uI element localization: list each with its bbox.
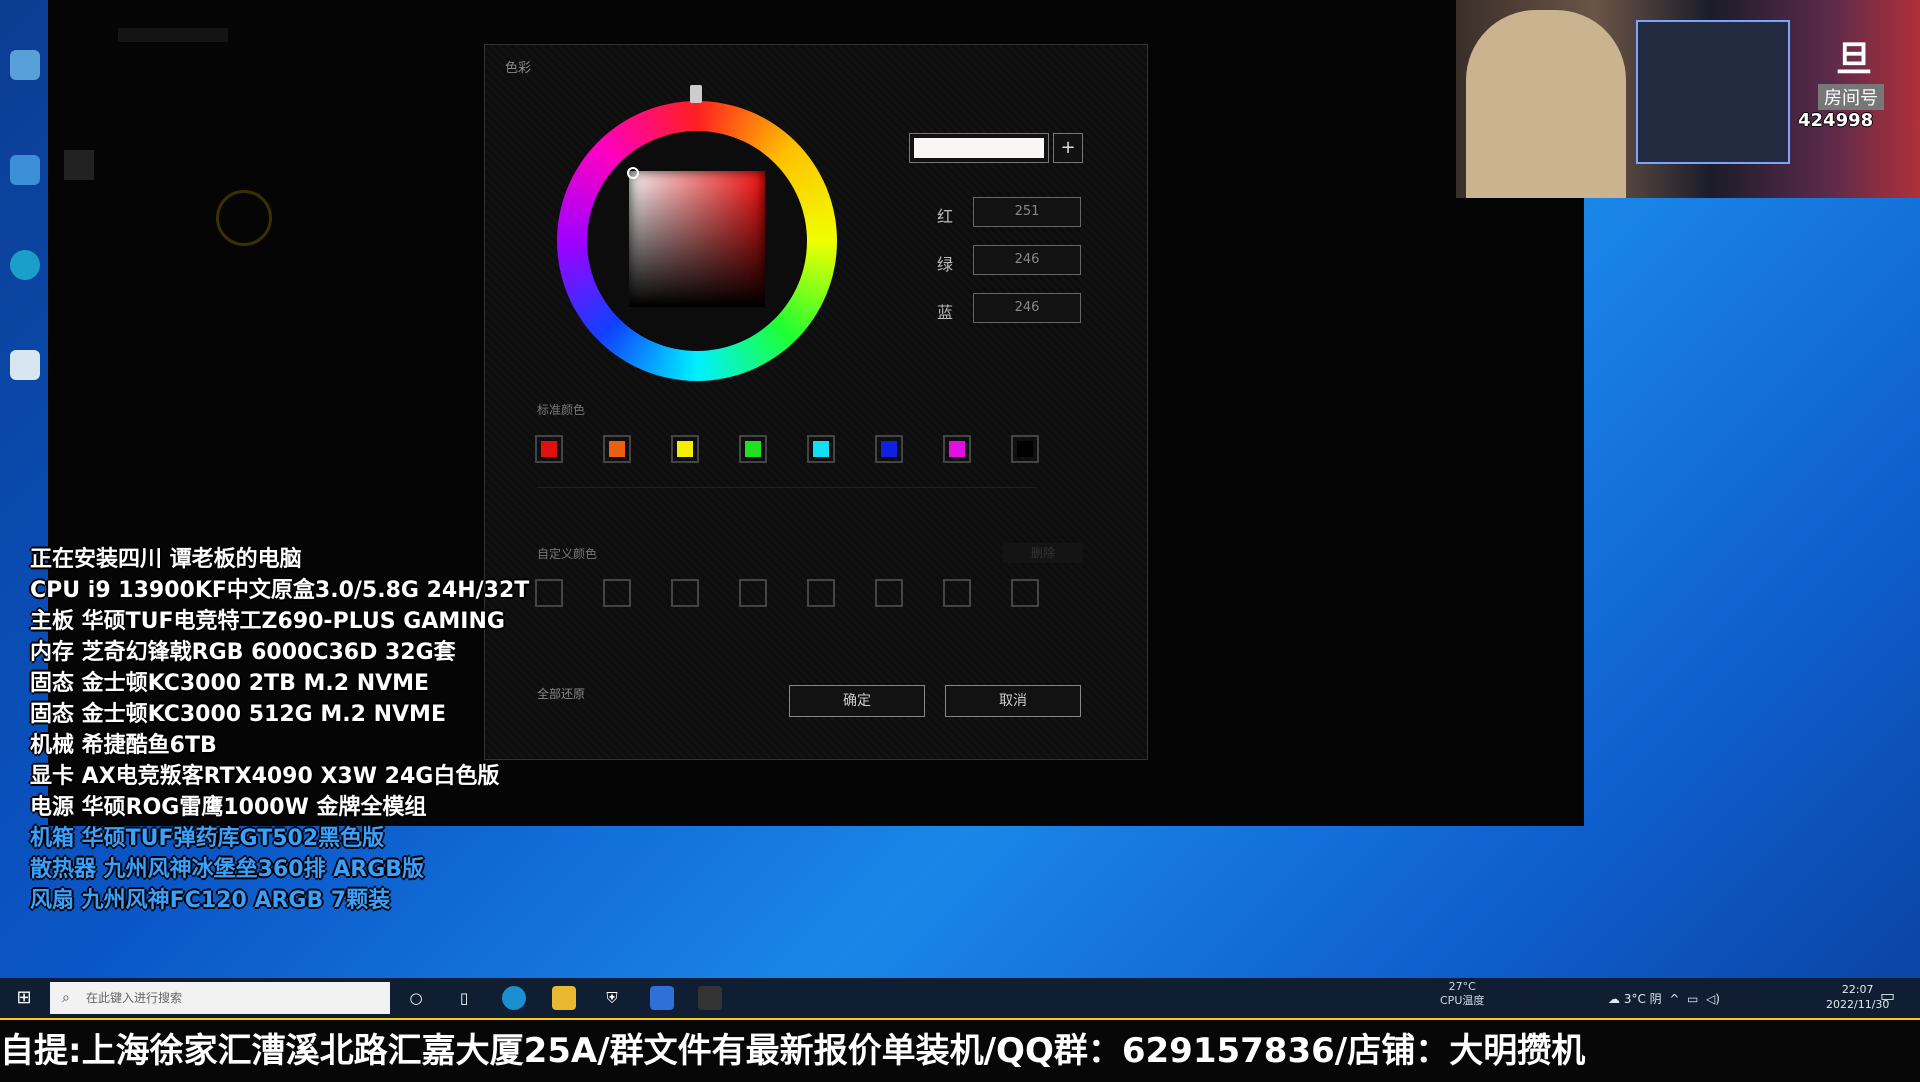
weather-text: 3°C 阴: [1623, 992, 1662, 1006]
blue-input[interactable]: 246: [973, 293, 1081, 323]
cancel-button[interactable]: 取消: [945, 685, 1081, 717]
pc-case-figure: [1636, 20, 1790, 164]
spec-line: 显卡 AX电竞叛客RTX4090 X3W 24G白色版: [30, 764, 500, 789]
add-color-button[interactable]: +: [1053, 133, 1083, 163]
spec-line: 固态 金士顿KC3000 512G M.2 NVME: [30, 702, 446, 727]
standard-color-swatch[interactable]: [535, 435, 563, 463]
standard-color-swatch[interactable]: [671, 435, 699, 463]
edge-icon[interactable]: [502, 986, 526, 1010]
custom-color-swatch[interactable]: [807, 579, 835, 607]
swatch-fill: [1017, 441, 1033, 457]
custom-color-swatch[interactable]: [671, 579, 699, 607]
color-preview: [909, 133, 1049, 163]
rgb-app-icon[interactable]: [698, 986, 722, 1010]
desktop-icons: [0, 0, 48, 430]
cpu-temp-value: 27°C: [1448, 980, 1476, 993]
standard-color-swatch[interactable]: [739, 435, 767, 463]
standard-colors-label: 标准颜色: [537, 403, 586, 417]
red-label: 红: [937, 207, 954, 226]
edge-icon[interactable]: [10, 250, 40, 280]
custom-color-swatch[interactable]: [1011, 579, 1039, 607]
room-label: 房间号: [1818, 84, 1884, 110]
green-label: 绿: [937, 255, 954, 274]
cpu-temperature: 27°C CPU温度: [1440, 980, 1484, 1008]
swatch-fill: [813, 441, 829, 457]
red-input[interactable]: 251: [973, 197, 1081, 227]
ok-button[interactable]: 确定: [789, 685, 925, 717]
saturation-value-square[interactable]: [629, 171, 765, 307]
cloud-icon: ☁: [1608, 992, 1620, 1006]
standard-color-swatch[interactable]: [807, 435, 835, 463]
color-preview-swatch: [914, 138, 1044, 158]
volume-icon[interactable]: ◁): [1702, 992, 1720, 1006]
info-banner: 自提:上海徐家汇漕溪北路汇嘉大厦25A/群文件有最新报价单装机/QQ群：6291…: [0, 1018, 1920, 1082]
custom-colors-label: 自定义颜色: [537, 547, 598, 561]
swatch-fill: [609, 441, 625, 457]
dialog-title: 色彩: [505, 61, 532, 76]
app-icon[interactable]: [650, 986, 674, 1010]
task-view-icon[interactable]: ▯: [452, 986, 476, 1010]
swatch-fill: [949, 441, 965, 457]
custom-color-swatch[interactable]: [535, 579, 563, 607]
color-selector-handle[interactable]: [627, 167, 639, 179]
security-icon[interactable]: ⛨: [600, 986, 624, 1010]
blue-label: 蓝: [937, 303, 954, 322]
swatch-fill: [881, 441, 897, 457]
spec-line: 正在安装四川 谭老板的电脑: [30, 547, 302, 572]
app-ghost-sidebar: [64, 150, 94, 180]
recycle-bin-icon[interactable]: [10, 50, 40, 80]
standard-color-swatch[interactable]: [603, 435, 631, 463]
webcam-overlay: 旦 房间号 424998: [1456, 0, 1920, 198]
color-picker-dialog: 色彩 + 红 251 绿 246 蓝 246 标准颜色 自定义颜色 删除 全部还…: [484, 44, 1148, 760]
standard-color-swatch[interactable]: [943, 435, 971, 463]
swatch-fill: [677, 441, 693, 457]
streamer-figure: [1466, 10, 1626, 198]
delete-button[interactable]: 删除: [1003, 543, 1083, 563]
app-ghost-title: [118, 28, 228, 42]
swatch-fill: [541, 441, 557, 457]
channel-logo: 旦: [1836, 39, 1873, 80]
green-input[interactable]: 246: [973, 245, 1081, 275]
system-tray[interactable]: ☁ 3°C 阴 ^ ▭ ◁): [1608, 990, 1720, 1007]
spec-line: 内存 芝奇幻锋戟RGB 6000C36D 32G套: [30, 640, 456, 665]
custom-color-swatch[interactable]: [739, 579, 767, 607]
custom-color-swatch[interactable]: [875, 579, 903, 607]
search-placeholder: 在此键入进行搜索: [86, 991, 183, 1005]
spec-line: 机械 希捷酷鱼6TB: [30, 733, 217, 758]
standard-color-swatch[interactable]: [1011, 435, 1039, 463]
chevron-up-icon[interactable]: ^: [1666, 992, 1679, 1006]
build-spec-overlay: 正在安装四川 谭老板的电脑 CPU i9 13900KF中文原盒3.0/5.8G…: [30, 544, 529, 916]
taskbar: ⊞ ⌕ 在此键入进行搜索 ○ ▯ ⛨ 27°C CPU温度 ☁ 3°C 阴 ^ …: [0, 978, 1920, 1018]
cpu-temp-label: CPU温度: [1440, 994, 1485, 1007]
spec-line: 固态 金士顿KC3000 2TB M.2 NVME: [30, 671, 430, 696]
spec-line: CPU i9 13900KF中文原盒3.0/5.8G 24H/32T: [30, 578, 530, 603]
standard-color-swatch[interactable]: [875, 435, 903, 463]
file-explorer-icon[interactable]: [552, 986, 576, 1010]
restore-all-button[interactable]: 全部还原: [537, 685, 585, 702]
hue-handle[interactable]: [690, 85, 702, 103]
cortana-icon[interactable]: ○: [404, 986, 428, 1010]
section-divider: [537, 487, 1037, 488]
spec-line: 机箱 华硕TUF弹药库GT502黑色版: [30, 826, 385, 851]
search-input[interactable]: ⌕ 在此键入进行搜索: [50, 982, 390, 1014]
notification-icon[interactable]: ▭: [1880, 986, 1895, 1005]
room-number: 424998: [1798, 110, 1874, 131]
spec-line: 散热器 九州风神冰堡垒360排 ARGB版: [30, 857, 425, 882]
spec-line: 主板 华硕TUF电竞特工Z690-PLUS GAMING: [30, 609, 505, 634]
spec-line: 电源 华硕ROG雷鹰1000W 金牌全模组: [30, 795, 427, 820]
spec-line: 风扇 九州风神FC120 ARGB 7颗装: [30, 888, 391, 913]
network-icon[interactable]: ▭: [1683, 992, 1698, 1006]
search-icon: ⌕: [62, 990, 70, 1006]
control-panel-icon[interactable]: [10, 155, 40, 185]
custom-color-swatch[interactable]: [603, 579, 631, 607]
app-ghost-fan-icon: [216, 190, 272, 246]
swatch-fill: [745, 441, 761, 457]
custom-color-swatch[interactable]: [943, 579, 971, 607]
app-shortcut-icon[interactable]: [10, 350, 40, 380]
start-button[interactable]: ⊞: [0, 978, 48, 1018]
